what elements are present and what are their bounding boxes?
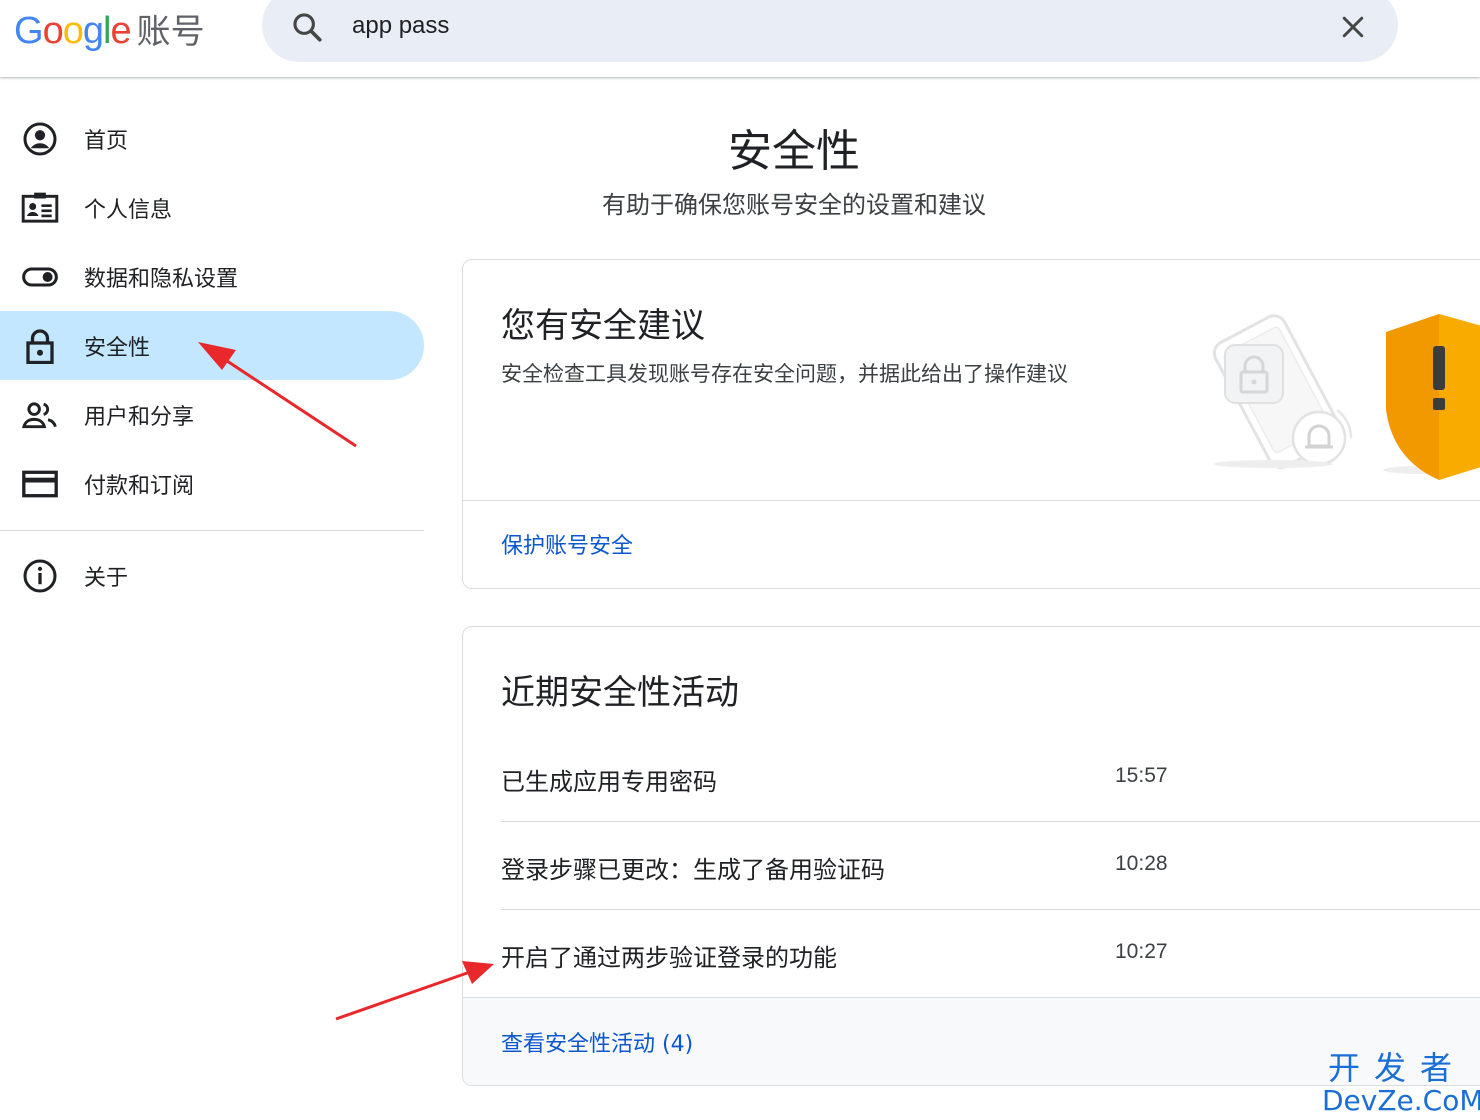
activity-time: 10:27 [1115, 940, 1168, 963]
search-icon[interactable] [290, 10, 324, 44]
activity-row[interactable]: 开启了通过两步验证登录的功能 10:27 [501, 910, 1480, 998]
card-description: 安全检查工具发现账号存在安全问题，并据此给出了操作建议 [501, 362, 1068, 386]
toggle-icon [20, 257, 60, 297]
activity-text: 登录步骤已更改：生成了备用验证码 [501, 856, 885, 884]
recent-security-activity-card: 近期安全性活动 已生成应用专用密码 15:57 登录步骤已更改：生成了备用验证码… [462, 626, 1480, 1086]
watermark-bottom: DevZe.CoM [1322, 1084, 1480, 1117]
id-card-icon [20, 188, 60, 228]
sidebar-item-label: 个人信息 [84, 197, 173, 223]
view-security-activity-link[interactable]: 查看安全性活动 (4) [501, 1026, 693, 1058]
logo-letter: G [14, 10, 44, 52]
watermark-top: 开发者 [1327, 1049, 1466, 1087]
card-divider [463, 500, 1480, 501]
sidebar-divider [0, 530, 424, 531]
logo-letter: g [82, 10, 104, 52]
page-subtitle: 有助于确保您账号安全的设置和建议 [602, 191, 986, 219]
sidebar-item-label: 用户和分享 [84, 404, 195, 430]
security-recommendations-card: 您有安全建议 安全检查工具发现账号存在安全问题，并据此给出了操作建议 保护账号安… [462, 259, 1480, 589]
activity-text: 开启了通过两步验证登录的功能 [501, 944, 837, 972]
lock-icon [20, 326, 60, 366]
search-bar[interactable] [262, 0, 1398, 62]
bell-icon [1291, 408, 1353, 466]
activity-row[interactable]: 已生成应用专用密码 15:57 [501, 734, 1480, 822]
activity-time: 10:28 [1115, 852, 1168, 875]
sidebar-item-label: 付款和订阅 [84, 473, 195, 499]
warning-shield-icon [1383, 314, 1480, 480]
sidebar-item-label: 首页 [84, 128, 129, 154]
account-circle-icon [20, 119, 60, 159]
sidebar-item-people-sharing[interactable]: 用户和分享 [0, 380, 424, 449]
sidebar-item-about[interactable]: 关于 [0, 541, 424, 610]
info-icon [20, 556, 60, 596]
google-wordmark: Google [14, 10, 132, 53]
security-illustration [1212, 314, 1480, 480]
close-icon[interactable] [1338, 12, 1368, 42]
activity-time: 15:57 [1115, 764, 1168, 787]
secure-account-link[interactable]: 保护账号安全 [501, 528, 633, 560]
activity-text: 已生成应用专用密码 [501, 768, 717, 796]
sidebar-item-data-privacy[interactable]: 数据和隐私设置 [0, 242, 424, 311]
logo-letter: o [42, 10, 64, 52]
watermark: 开发者 DevZe.CoM [1322, 1049, 1480, 1117]
sidebar-item-label: 关于 [84, 565, 129, 591]
sidebar-item-payments[interactable]: 付款和订阅 [0, 449, 424, 518]
sidebar-nav: 首页 个人信息 数据和隐私设置 安全性 用户和分享 付款和订阅 关于 [0, 104, 424, 610]
top-app-bar: Google 账号 [0, 0, 1480, 77]
card-title: 您有安全建议 [501, 306, 705, 346]
people-icon [20, 395, 60, 435]
google-account-logo[interactable]: Google 账号 [14, 4, 205, 53]
page-title: 安全性 [728, 126, 860, 177]
sidebar-item-security[interactable]: 安全性 [0, 311, 424, 380]
sidebar-item-label: 数据和隐私设置 [84, 266, 239, 292]
sidebar-item-label: 安全性 [84, 335, 151, 361]
activity-row[interactable]: 登录步骤已更改：生成了备用验证码 10:28 [501, 822, 1480, 910]
logo-letter: e [110, 10, 131, 52]
search-input[interactable] [352, 8, 1252, 44]
logo-suffix: 账号 [136, 12, 205, 52]
logo-letter: o [62, 10, 84, 52]
credit-card-icon [20, 464, 60, 504]
card-title: 近期安全性活动 [501, 673, 739, 713]
